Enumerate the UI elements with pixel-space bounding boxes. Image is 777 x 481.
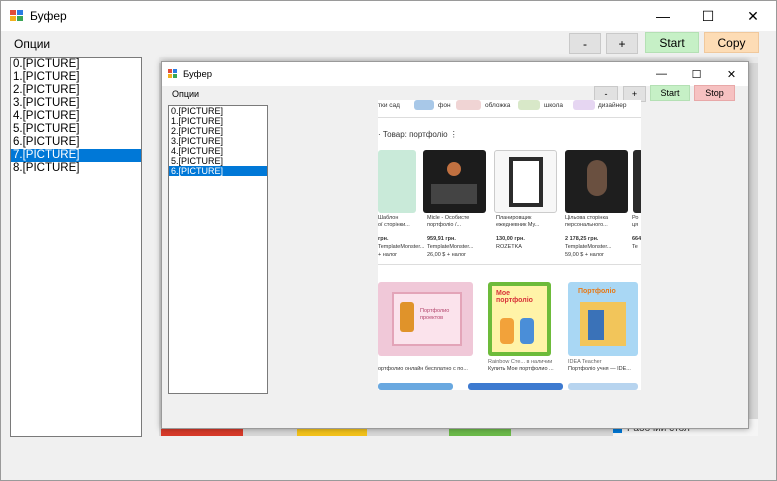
preview-minimize-icon: — [656, 68, 667, 80]
list-item[interactable]: 6.[PICTURE] [11, 136, 141, 149]
preview-window-title: Буфер [183, 69, 213, 80]
preview-close-icon: ✕ [726, 68, 737, 81]
list-item[interactable]: 5.[PICTURE] [11, 123, 141, 136]
preview-list-item: 3.[PICTURE] [171, 136, 224, 146]
list-item[interactable]: 4.[PICTURE] [11, 110, 141, 123]
clipboard-list[interactable]: 0.[PICTURE] 1.[PICTURE] 2.[PICTURE] 3.[PICT… [10, 57, 142, 437]
preview-maximize-icon: ☐ [691, 68, 702, 81]
preview-list-item: 2.[PICTURE] [171, 126, 224, 136]
start-button[interactable]: Start [645, 32, 699, 53]
list-item[interactable]: 1.[PICTURE] [11, 71, 141, 84]
products-heading: · Товар: портфоліо ⋮ [378, 130, 458, 139]
preview-stop: Stop [694, 85, 735, 101]
preview-list-item: 1.[PICTURE] [171, 116, 224, 126]
list-item[interactable]: 0.[PICTURE] [11, 58, 141, 71]
list-item[interactable]: 3.[PICTURE] [11, 97, 141, 110]
menu-options[interactable]: Опции [14, 37, 50, 51]
preview-window: Буфер — ☐ ✕ Опции - + Start Stop 0.[PICT… [161, 61, 749, 429]
main-window: Буфер — ☐ ✕ Опции - + Start Copy 0.[PICT… [0, 0, 777, 481]
preview-list-item: 4.[PICTURE] [171, 146, 224, 156]
copy-button[interactable]: Copy [704, 32, 759, 53]
preview-menu-options: Опции [172, 89, 200, 99]
list-item[interactable]: 8.[PICTURE] [11, 162, 141, 175]
product-screenshot: тки сад фон обложка школа дизайнер · Тов… [378, 100, 641, 390]
close-button[interactable]: ✕ [730, 1, 776, 31]
preview-start: Start [650, 85, 690, 101]
preview-app-icon [168, 69, 178, 78]
list-item[interactable]: 2.[PICTURE] [11, 84, 141, 97]
preview-list: 0.[PICTURE] 1.[PICTURE] 2.[PICTURE] 3.[PICT… [168, 105, 268, 394]
app-icon [10, 10, 23, 21]
minus-button[interactable]: - [569, 33, 601, 54]
minimize-button[interactable]: — [640, 1, 686, 31]
title-bar[interactable]: Буфер — ☐ ✕ [1, 1, 776, 31]
preview-list-item: 5.[PICTURE] [171, 156, 224, 166]
preview-list-item: 0.[PICTURE] [171, 106, 224, 116]
window-title: Буфер [30, 9, 67, 23]
plus-button[interactable]: + [606, 33, 638, 54]
preview-list-item: 6.[PICTURE] [169, 166, 267, 176]
maximize-button[interactable]: ☐ [685, 1, 731, 31]
list-item[interactable]: 7.[PICTURE] [11, 149, 141, 162]
